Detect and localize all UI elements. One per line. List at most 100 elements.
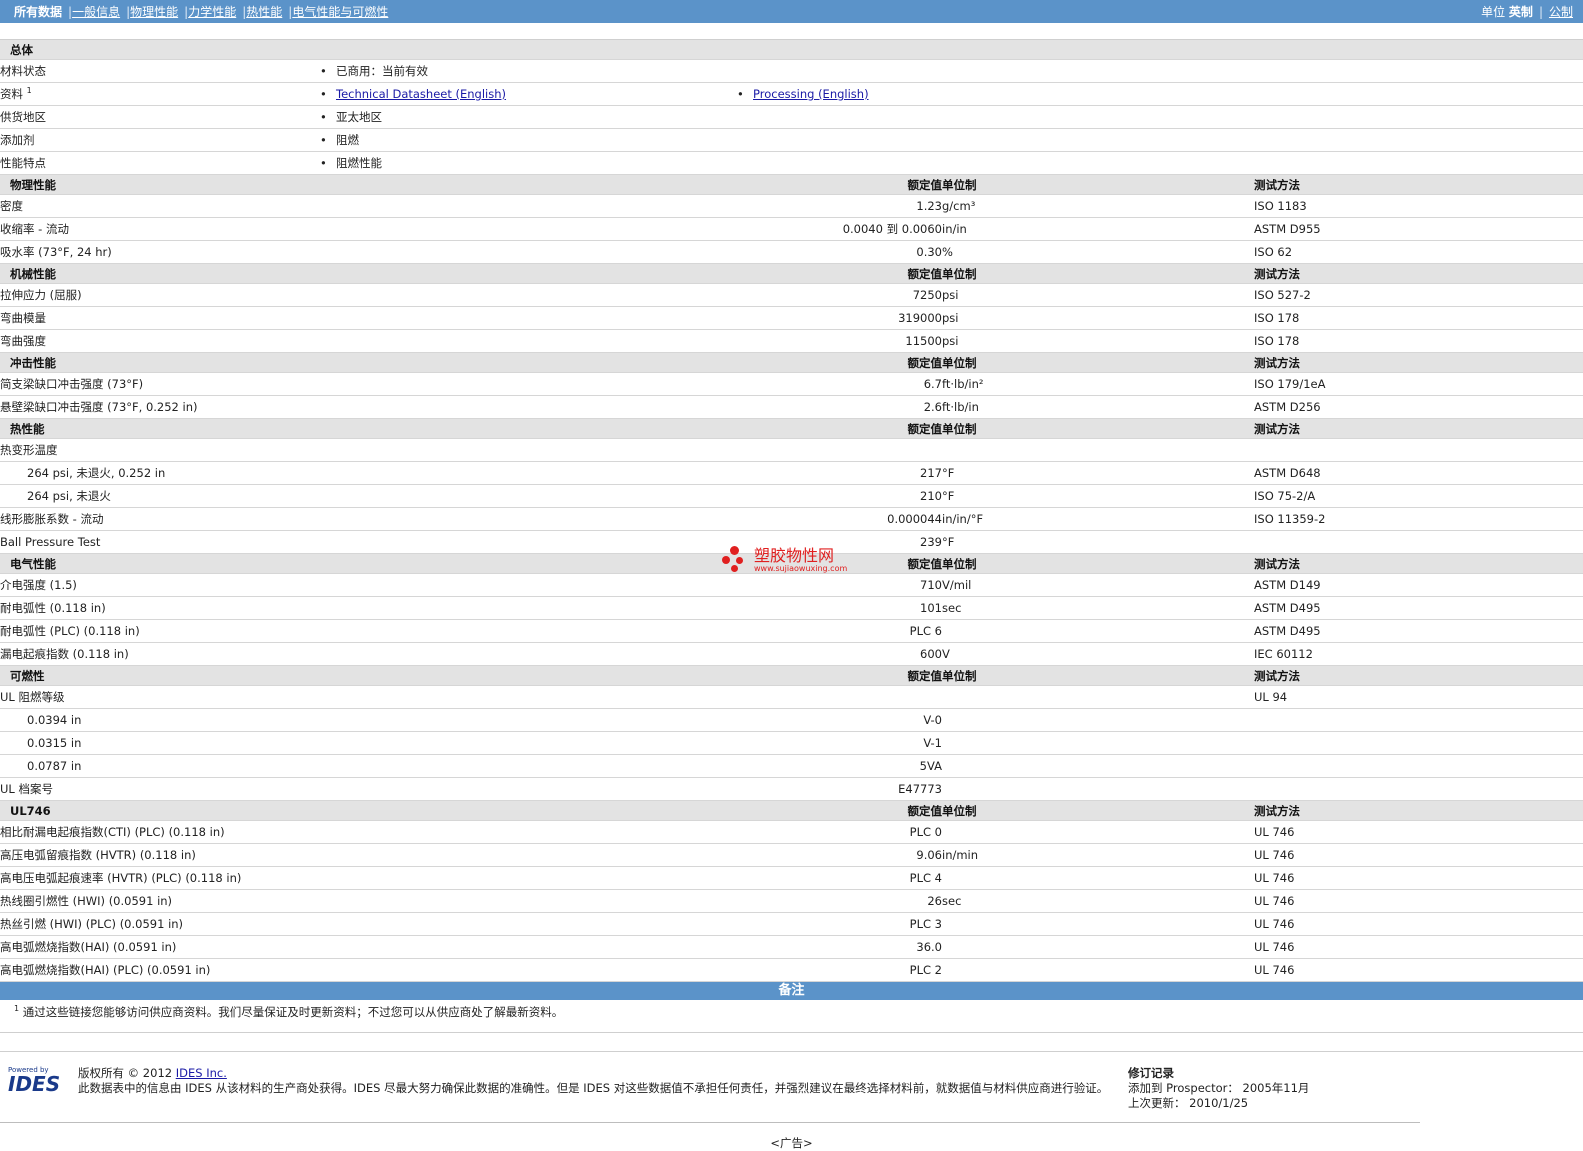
- property-value: 600: [737, 642, 942, 666]
- property-value: 11500: [737, 329, 942, 353]
- property-row: 简支梁缺口冲击强度 (73°F) 6.7 ft·lb/in² ISO 179/1eA: [0, 372, 1583, 396]
- test-method: ISO 1183: [1254, 194, 1583, 218]
- property-row: 热线圈引燃性 (HWI) (0.0591 in) 26 sec UL 746: [0, 889, 1583, 913]
- test-method-header: 测试方法: [1254, 352, 1583, 373]
- property-value: 217: [737, 461, 942, 485]
- section-title: 热性能: [0, 418, 737, 439]
- unit-metric[interactable]: 公制: [1549, 5, 1573, 19]
- property-row: 0.0394 in V-0: [0, 708, 1583, 732]
- bullet-icon: •: [320, 110, 327, 124]
- test-method: ISO 178: [1254, 306, 1583, 330]
- unit-switcher: 单位 英制 | 公制: [1481, 5, 1573, 19]
- watermark-url: www.sujiaowuxing.com: [754, 563, 848, 573]
- test-method: ISO 75-2/A: [1254, 484, 1583, 508]
- property-value: [737, 685, 942, 709]
- property-label: 线形膨胀系数 - 流动: [0, 507, 737, 531]
- test-method: [1254, 731, 1583, 755]
- footer: Powered by IDES 版权所有 © 2012 IDES Inc. 此数…: [0, 1052, 1583, 1116]
- property-row: 热丝引燃 (HWI) (PLC) (0.0591 in) PLC 3 UL 746: [0, 912, 1583, 936]
- test-method: IEC 60112: [1254, 642, 1583, 666]
- property-label: 高电弧燃烧指数(HAI) (0.0591 in): [0, 935, 737, 959]
- property-row: 介电强度 (1.5) 710 V/mil ASTM D149: [0, 573, 1583, 597]
- property-value: [737, 438, 942, 462]
- property-unit: psi: [942, 283, 1254, 307]
- property-unit: [942, 708, 1254, 732]
- test-method: ASTM D955: [1254, 217, 1583, 241]
- nav-electrical-flammability[interactable]: 电气性能与可燃性: [292, 5, 388, 19]
- test-method: ISO 178: [1254, 329, 1583, 353]
- property-label: 相比耐漏电起痕指数(CTI) (PLC) (0.118 in): [0, 820, 737, 844]
- test-method-header: 测试方法: [1254, 665, 1583, 686]
- property-value: 0.0040 到 0.0060: [737, 217, 942, 241]
- property-unit: in/in/°F: [942, 507, 1254, 531]
- technical-datasheet-link[interactable]: Technical Datasheet (English): [336, 87, 506, 101]
- watermark-logo: 塑胶物性网 www.sujiaowuxing.com: [722, 546, 847, 574]
- unit-label: 单位: [1481, 5, 1506, 19]
- added-date: 2005年11月: [1242, 1081, 1310, 1095]
- unit-english[interactable]: 英制: [1509, 5, 1533, 19]
- section-header: 可燃性 额定值 单位制 测试方法: [0, 665, 1583, 686]
- section-header: 机械性能 额定值 单位制 测试方法: [0, 263, 1583, 284]
- property-unit: [942, 438, 1254, 462]
- revision-history: 修订记录 添加到 Prospector： 2005年11月 上次更新： 2010…: [1128, 1066, 1310, 1110]
- property-label: 密度: [0, 194, 737, 218]
- property-table: 总体 材料状态 • 已商用：当前有效 资料 1 • Technical Datash…: [0, 40, 1583, 982]
- spacer: [0, 1033, 1583, 1052]
- property-value: 0.30: [737, 240, 942, 264]
- section-title: 物理性能: [0, 174, 737, 195]
- property-value: PLC 0: [737, 820, 942, 844]
- property-unit: [942, 958, 1254, 982]
- property-row: 拉伸应力 (屈服) 7250 psi ISO 527-2: [0, 283, 1583, 307]
- updated-date: 2010/1/25: [1189, 1096, 1249, 1110]
- property-label: 吸水率 (73°F, 24 hr): [0, 240, 737, 264]
- property-row: UL 阻燃等级 UL 94: [0, 685, 1583, 709]
- category-nav: 所有数据 |一般信息 |物理性能 |力学性能 |热性能 |电气性能与可燃性: [14, 5, 389, 19]
- nav-general-info[interactable]: 一般信息: [72, 5, 120, 19]
- ides-link[interactable]: IDES Inc.: [176, 1066, 227, 1080]
- processing-link[interactable]: Processing (English): [753, 87, 869, 101]
- test-method: [1254, 530, 1583, 554]
- property-value: 2.6: [737, 395, 942, 419]
- test-method: UL 746: [1254, 820, 1583, 844]
- property-unit: in/min: [942, 843, 1254, 867]
- property-label: 264 psi, 未退火: [0, 484, 737, 508]
- property-row: UL 档案号 E47773: [0, 777, 1583, 801]
- test-method: UL 94: [1254, 685, 1583, 709]
- section-header: 物理性能 额定值 单位制 测试方法: [0, 174, 1583, 195]
- property-label: 耐电弧性 (0.118 in): [0, 596, 737, 620]
- property-row: 弯曲强度 11500 psi ISO 178: [0, 329, 1583, 353]
- property-value: V-1: [737, 731, 942, 755]
- property-unit: [942, 731, 1254, 755]
- ad-placeholder: <广告>: [770, 1136, 813, 1150]
- row-value: • 已商用：当前有效: [320, 59, 1583, 83]
- row-label: 性能特点: [0, 151, 320, 175]
- property-unit: [942, 912, 1254, 936]
- nav-all-data[interactable]: 所有数据: [14, 5, 62, 19]
- nav-thermal[interactable]: 热性能: [246, 5, 282, 19]
- property-value: 26: [737, 889, 942, 913]
- property-unit: [942, 820, 1254, 844]
- property-label: 高压电弧留痕指数 (HVTR) (0.118 in): [0, 843, 737, 867]
- property-unit: psi: [942, 329, 1254, 353]
- property-value: 1.23: [737, 194, 942, 218]
- property-unit: [942, 754, 1254, 778]
- test-method: UL 746: [1254, 843, 1583, 867]
- general-row-status: 材料状态 • 已商用：当前有效: [0, 59, 1583, 83]
- property-value: 0.000044: [737, 507, 942, 531]
- nav-physical[interactable]: 物理性能: [130, 5, 178, 19]
- test-method: [1254, 754, 1583, 778]
- row-label: 材料状态: [0, 59, 320, 83]
- row-value: • 亚太地区: [320, 105, 1583, 129]
- unit-header: 单位制: [942, 418, 1254, 439]
- property-unit: %: [942, 240, 1254, 264]
- test-method: UL 746: [1254, 912, 1583, 936]
- row-label: 供货地区: [0, 105, 320, 129]
- property-value: 101: [737, 596, 942, 620]
- spacer: [0, 23, 1583, 40]
- property-label: 高电弧燃烧指数(HAI) (PLC) (0.0591 in): [0, 958, 737, 982]
- nav-mechanical[interactable]: 力学性能: [188, 5, 236, 19]
- nominal-header: 额定值: [737, 263, 942, 284]
- property-row: 高压电弧留痕指数 (HVTR) (0.118 in) 9.06 in/min UL 7…: [0, 843, 1583, 867]
- property-value: 9.06: [737, 843, 942, 867]
- property-row: 悬壁梁缺口冲击强度 (73°F, 0.252 in) 2.6 ft·lb/in AST…: [0, 395, 1583, 419]
